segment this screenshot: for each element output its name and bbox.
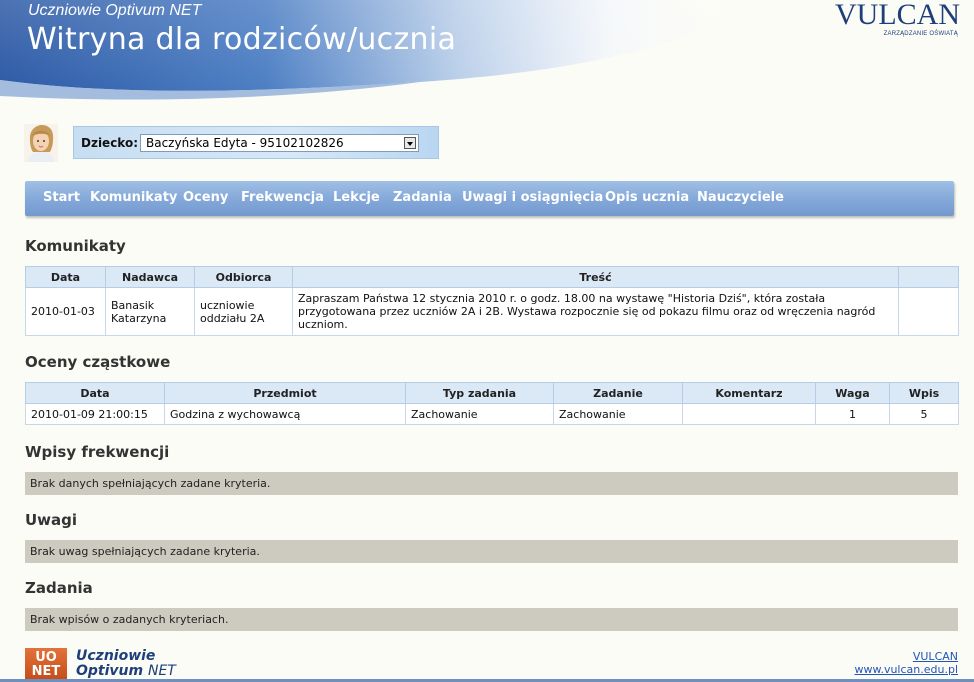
nav-item-lekcje[interactable]: Lekcje [333, 190, 380, 205]
nav-item-frekwencja[interactable]: Frekwencja [241, 190, 324, 205]
main-nav: Start Komunikaty Oceny Frekwencja Lekcje… [25, 181, 954, 216]
cell-task-type: Zachowanie [405, 403, 554, 425]
uonet-logo: UO NET [25, 648, 67, 682]
column-header: Waga [815, 382, 890, 404]
komunikaty-table: Data Nadawca Odbiorca Treść 2010-01-03 B… [25, 266, 959, 336]
cell-grade: 5 [889, 403, 959, 425]
table-header-row: Data Nadawca Odbiorca Treść [25, 266, 959, 288]
cell-sender: Banasik Katarzyna [105, 287, 195, 336]
cell-recipient: uczniowie oddziału 2A [194, 287, 293, 336]
section-title-uwagi: Uwagi [25, 511, 78, 529]
column-header: Odbiorca [194, 266, 293, 288]
section-title-komunikaty: Komunikaty [25, 237, 126, 255]
uonet-logo-line2: NET [31, 664, 61, 679]
oceny-table: Data Przedmiot Typ zadania Zadanie Komen… [25, 382, 959, 425]
footer-name-line1: Uczniowie [76, 648, 156, 664]
child-label: Dziecko: [81, 136, 139, 150]
nav-item-uwagi[interactable]: Uwagi i osiągnięcia [462, 190, 603, 205]
empty-message-zadania: Brak wpisów o zadanych kryteriach. [25, 608, 958, 631]
table-header-row: Data Przedmiot Typ zadania Zadanie Komen… [25, 382, 959, 404]
section-title-oceny: Oceny cząstkowe [25, 353, 171, 371]
column-header: Treść [292, 266, 899, 288]
cell-task: Zachowanie [553, 403, 683, 425]
column-header: Typ zadania [405, 382, 554, 404]
column-header: Zadanie [553, 382, 683, 404]
column-header: Data [25, 382, 165, 404]
uonet-logo-line1: UO [35, 650, 57, 665]
page-header: Uczniowie Optivum NET Witryna dla rodzic… [0, 0, 974, 104]
cell-comment [682, 403, 816, 425]
app-subtitle: Uczniowie Optivum NET [28, 2, 202, 19]
footer-name-line2a: Optivum [76, 663, 144, 679]
footer-app-name: Uczniowie Optivum NET [76, 649, 176, 679]
child-selector-panel: Dziecko: Baczyńska Edyta - 95102102826 [73, 126, 439, 159]
cell-date: 2010-01-03 [25, 287, 106, 336]
empty-message-uwagi: Brak uwag spełniających zadane kryteria. [25, 540, 958, 563]
footer-name-line2b: NET [147, 663, 176, 679]
column-header: Komentarz [682, 382, 816, 404]
uonet-logo-icon: UO NET [25, 648, 67, 682]
section-title-frekwencja: Wpisy frekwencji [25, 443, 170, 461]
chevron-down-icon[interactable] [404, 137, 416, 149]
cell-subject: Godzina z wychowawcą [164, 403, 406, 425]
footer-links: VULCAN www.vulcan.edu.pl [854, 650, 958, 676]
child-avatar-icon [24, 124, 58, 162]
vulcan-logo: VULCAN ZARZĄDZANIE OŚWIATĄ [835, 0, 960, 40]
column-header [898, 266, 959, 288]
nav-item-komunikaty[interactable]: Komunikaty [90, 190, 177, 205]
table-row: 2010-01-09 21:00:15 Godzina z wychowawcą… [25, 403, 959, 425]
table-row: 2010-01-03 Banasik Katarzyna uczniowie o… [25, 287, 959, 336]
vulcan-logo-word: VULCAN [835, 0, 960, 31]
nav-item-zadania[interactable]: Zadania [393, 190, 452, 205]
child-select-dropdown[interactable]: Baczyńska Edyta - 95102102826 [140, 134, 419, 152]
column-header: Nadawca [105, 266, 195, 288]
nav-item-oceny[interactable]: Oceny [183, 190, 228, 205]
cell-message: Zapraszam Państwa 12 stycznia 2010 r. o … [292, 287, 899, 336]
cell-date: 2010-01-09 21:00:15 [25, 403, 165, 425]
column-header: Przedmiot [164, 382, 406, 404]
cell-weight: 1 [815, 403, 890, 425]
footer-link-vulcan[interactable]: VULCAN [854, 650, 958, 663]
column-header: Wpis [889, 382, 959, 404]
column-header: Data [25, 266, 106, 288]
nav-item-opis-ucznia[interactable]: Opis ucznia [605, 190, 689, 205]
nav-item-nauczyciele[interactable]: Nauczyciele [697, 190, 784, 205]
section-title-zadania: Zadania [25, 579, 93, 597]
empty-message-frekwencja: Brak danych spełniających zadane kryteri… [25, 472, 958, 495]
page-title: Witryna dla rodziców/ucznia [27, 22, 457, 57]
child-select-value: Baczyńska Edyta - 95102102826 [146, 136, 344, 150]
vulcan-logo-tagline: ZARZĄDZANIE OŚWIATĄ [883, 31, 958, 37]
nav-item-start[interactable]: Start [43, 190, 80, 205]
cell-extra [898, 287, 959, 336]
footer-link-website[interactable]: www.vulcan.edu.pl [854, 663, 958, 676]
